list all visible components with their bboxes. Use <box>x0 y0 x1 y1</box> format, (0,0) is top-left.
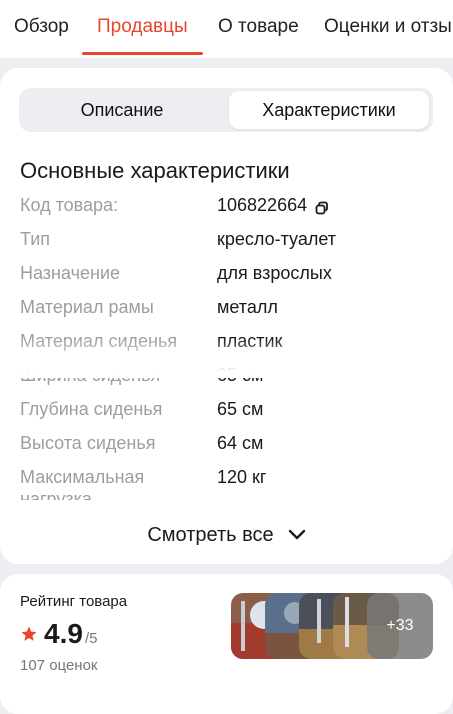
spec-label: Тип <box>20 229 51 249</box>
spec-row: Максимальная нагрузка 120 кг <box>20 466 440 500</box>
more-photos-badge[interactable]: +33 <box>367 593 433 659</box>
spec-value: 120 кг <box>217 467 267 487</box>
spec-row: Материал рамы металл <box>20 296 440 330</box>
copy-icon[interactable] <box>315 198 329 215</box>
spec-row: Код товара: 106822664 <box>20 194 440 228</box>
spec-value: 106822664 <box>217 194 329 216</box>
see-all-label: Смотреть все <box>147 523 274 546</box>
spec-label: Высота сиденья <box>20 433 156 453</box>
segment-description[interactable]: Описание <box>22 91 222 129</box>
rating-label: Рейтинг товара <box>20 593 128 610</box>
tab-reviews[interactable]: Оценки и отзы <box>324 16 452 38</box>
spec-row: Высота сиденья 64 см <box>20 432 440 466</box>
spec-row: Тип кресло-туалет <box>20 228 440 262</box>
product-nav-tabs: Обзор Продавцы О товаре Оценки и отзы <box>0 0 453 58</box>
spec-row: Назначение для взрослых <box>20 262 440 296</box>
spec-value: 65 см <box>217 399 264 419</box>
spec-label: Глубина сиденья <box>20 399 163 419</box>
spec-value: для взрослых <box>217 263 332 283</box>
specs-fade-overlay <box>0 338 453 378</box>
rating-card: Рейтинг товара 4.9 /5 107 оценок +33 <box>0 574 453 714</box>
spec-value: 64 см <box>217 433 264 453</box>
characteristics-card: Описание Характеристики Основные характе… <box>0 68 453 564</box>
see-all-button[interactable]: Смотреть все <box>0 520 453 550</box>
spec-value: металл <box>217 297 278 317</box>
spec-label: Материал рамы <box>20 297 154 317</box>
reviews-count: 107 оценок <box>20 657 98 674</box>
info-segment-control: Описание Характеристики <box>19 88 433 132</box>
segment-characteristics[interactable]: Характеристики <box>229 91 429 129</box>
tab-about-product[interactable]: О товаре <box>218 16 299 38</box>
spec-row: Глубина сиденья 65 см <box>20 398 440 432</box>
tab-overview[interactable]: Обзор <box>14 16 69 38</box>
active-tab-indicator <box>82 52 203 55</box>
star-icon <box>20 625 38 648</box>
rating-summary[interactable]: 4.9 /5 <box>20 618 97 650</box>
spec-label: Назначение <box>20 263 121 283</box>
tab-sellers[interactable]: Продавцы <box>97 16 188 38</box>
spec-label: Код товара: <box>20 195 119 215</box>
product-code: 106822664 <box>217 195 308 215</box>
spec-value: кресло-туалет <box>217 229 337 249</box>
spec-label: Максимальная нагрузка <box>20 467 145 500</box>
section-title: Основные характеристики <box>20 158 290 183</box>
rating-max: /5 <box>84 630 98 647</box>
rating-value: 4.9 <box>44 618 83 649</box>
chevron-down-icon <box>288 524 306 547</box>
review-photos: +33 <box>231 593 434 659</box>
